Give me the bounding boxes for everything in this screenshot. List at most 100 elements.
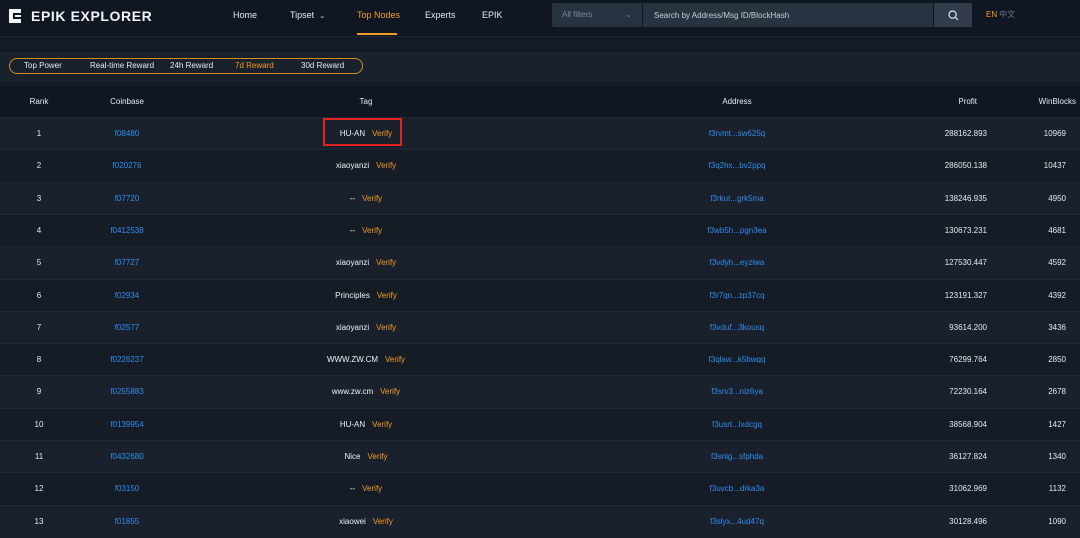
tag-name: WWW.ZW.CM <box>326 355 379 365</box>
table-row: 8 f0226237 WWW.ZW.CM Verify f3qlaw...k5bw… <box>0 343 1080 377</box>
coinbase-link[interactable]: f02934 <box>115 280 139 312</box>
winblocks-cell: 4681 <box>1048 225 1066 235</box>
rank-cell: 3 <box>36 193 42 203</box>
address-link[interactable]: f3slyx...4ud47q <box>710 506 764 538</box>
profit-cell: 130673.231 <box>944 225 987 235</box>
profit-cell: 127530.447 <box>944 258 987 268</box>
address-link[interactable]: f3vdyh...eyziwa <box>710 247 765 279</box>
brand-logo[interactable]: EPIK EXPLORER <box>6 6 152 26</box>
address-link[interactable]: f3qlaw...k5bwqq <box>709 344 766 376</box>
rank-cell: 13 <box>34 516 44 526</box>
tag-name: xiaoyanzi <box>335 161 370 171</box>
verify-link[interactable]: Verify <box>362 226 382 235</box>
tab-24h-reward[interactable]: 24h Reward <box>170 59 213 73</box>
address-link[interactable]: f3rkut...grk5ma <box>710 183 763 215</box>
verify-link[interactable]: Verify <box>377 291 397 300</box>
lang-en[interactable]: EN <box>986 10 997 19</box>
nav-home[interactable]: Home <box>233 0 257 36</box>
rank-cell: 9 <box>36 387 42 397</box>
verify-link[interactable]: Verify <box>373 517 393 526</box>
winblocks-cell: 4592 <box>1048 258 1066 268</box>
tag-cell: -- Verify <box>350 183 382 215</box>
tab-real-time-reward[interactable]: Real-time Reward <box>90 59 154 73</box>
verify-link[interactable]: Verify <box>376 258 396 267</box>
winblocks-cell: 2678 <box>1048 387 1066 397</box>
address-link[interactable]: f3srv3...niz6ya <box>711 376 763 408</box>
filter-select[interactable]: All filters ⌄ <box>552 3 642 27</box>
coinbase-link[interactable]: f0255883 <box>110 376 143 408</box>
tag-name: -- <box>349 484 356 494</box>
address-link[interactable]: f3vduf...3kousq <box>710 312 764 344</box>
reward-tabs: Top Power Real-time Reward 24h Reward 7d… <box>9 58 363 74</box>
tag-name: Principles <box>335 290 370 300</box>
address-link[interactable]: f3wb5h...pgn3ea <box>707 215 766 247</box>
nav-top-nodes[interactable]: Top Nodes <box>357 0 400 36</box>
tag-cell: www.zw.cm Verify <box>332 376 400 408</box>
winblocks-cell: 2850 <box>1048 355 1066 365</box>
nav-epik[interactable]: EPIK <box>482 0 503 36</box>
coinbase-link[interactable]: f08480 <box>115 118 139 150</box>
highlight-annotation <box>323 118 402 146</box>
winblocks-cell: 1132 <box>1048 484 1066 494</box>
address-link[interactable]: f3snig...sfphda <box>711 441 763 473</box>
brand-name: EPIK EXPLORER <box>31 8 153 24</box>
address-link[interactable]: f3usrt...lxdcgq <box>712 409 762 441</box>
address-link[interactable]: f3q2hx...bv2ppq <box>709 150 766 182</box>
verify-link[interactable]: Verify <box>368 452 388 461</box>
profit-cell: 93614.200 <box>949 322 987 332</box>
winblocks-cell: 10437 <box>1043 161 1066 171</box>
nav-tipset[interactable]: Tipset ⌄ <box>290 0 325 36</box>
nav-experts[interactable]: Experts <box>425 0 456 36</box>
address-link[interactable]: f3rvmt...sw625q <box>709 118 765 150</box>
coinbase-link[interactable]: f0432680 <box>110 441 143 473</box>
coinbase-link[interactable]: f07720 <box>115 183 139 215</box>
rank-cell: 4 <box>36 225 42 235</box>
coinbase-link[interactable]: f03150 <box>115 473 139 505</box>
verify-link[interactable]: Verify <box>362 484 382 493</box>
rank-cell: 5 <box>36 258 42 268</box>
table-row: 13 f01855 xiaowei Verify f3slyx...4ud47q … <box>0 504 1080 538</box>
language-switch[interactable]: EN 中文 <box>986 0 1015 30</box>
verify-link[interactable]: Verify <box>372 420 392 429</box>
table-row: 3 f07720 -- Verify f3rkut...grk5ma 138246… <box>0 181 1080 215</box>
header-rank: Rank <box>29 97 49 106</box>
profit-cell: 123191.327 <box>944 290 987 300</box>
profit-cell: 30128.496 <box>949 516 987 526</box>
verify-link[interactable]: Verify <box>362 194 382 203</box>
coinbase-link[interactable]: f0226237 <box>110 344 143 376</box>
winblocks-cell: 4392 <box>1048 290 1066 300</box>
verify-link[interactable]: Verify <box>376 323 396 332</box>
search-button[interactable] <box>934 3 972 27</box>
table-row: 7 f02577 xiaoyanzi Verify f3vduf...3kousq… <box>0 310 1080 344</box>
search-input[interactable] <box>643 3 933 27</box>
epik-logo-icon <box>9 9 21 23</box>
tag-cell: Nice Verify <box>344 441 387 473</box>
tag-cell: -- Verify <box>350 473 382 505</box>
tag-name: www.zw.cm <box>331 387 374 397</box>
coinbase-link[interactable]: f02577 <box>115 312 139 344</box>
coinbase-link[interactable]: f0139954 <box>110 409 143 441</box>
coinbase-link[interactable]: f07727 <box>115 247 139 279</box>
tag-cell: -- Verify <box>350 215 382 247</box>
rank-cell: 1 <box>36 129 42 138</box>
profit-cell: 38568.904 <box>949 419 987 429</box>
verify-link[interactable]: Verify <box>385 355 405 364</box>
table-row: 1 f08480 HU-AN Verify f3rvmt...sw625q 288… <box>0 117 1080 150</box>
tab-top-power[interactable]: Top Power <box>24 59 62 73</box>
table-row: 11 f0432680 Nice Verify f3snig...sfphda 3… <box>0 440 1080 473</box>
rank-cell: 8 <box>36 355 42 365</box>
search-icon <box>947 9 958 20</box>
verify-link[interactable]: Verify <box>380 387 400 396</box>
tab-30d-reward[interactable]: 30d Reward <box>301 59 344 73</box>
profit-cell: 286050.138 <box>944 161 987 171</box>
coinbase-link[interactable]: f01855 <box>115 506 139 538</box>
lang-zh[interactable]: 中文 <box>999 10 1015 19</box>
address-link[interactable]: f3uvcb...drka3a <box>710 473 765 505</box>
filter-select-value: All filters <box>562 10 593 19</box>
coinbase-link[interactable]: f0412538 <box>110 215 143 247</box>
verify-link[interactable]: Verify <box>376 161 396 170</box>
coinbase-link[interactable]: f020276 <box>113 150 142 182</box>
address-link[interactable]: f3r7qn...zp37cq <box>709 280 764 312</box>
tab-7d-reward[interactable]: 7d Reward <box>235 59 274 73</box>
tag-cell: xiaoyanzi Verify <box>336 312 396 344</box>
